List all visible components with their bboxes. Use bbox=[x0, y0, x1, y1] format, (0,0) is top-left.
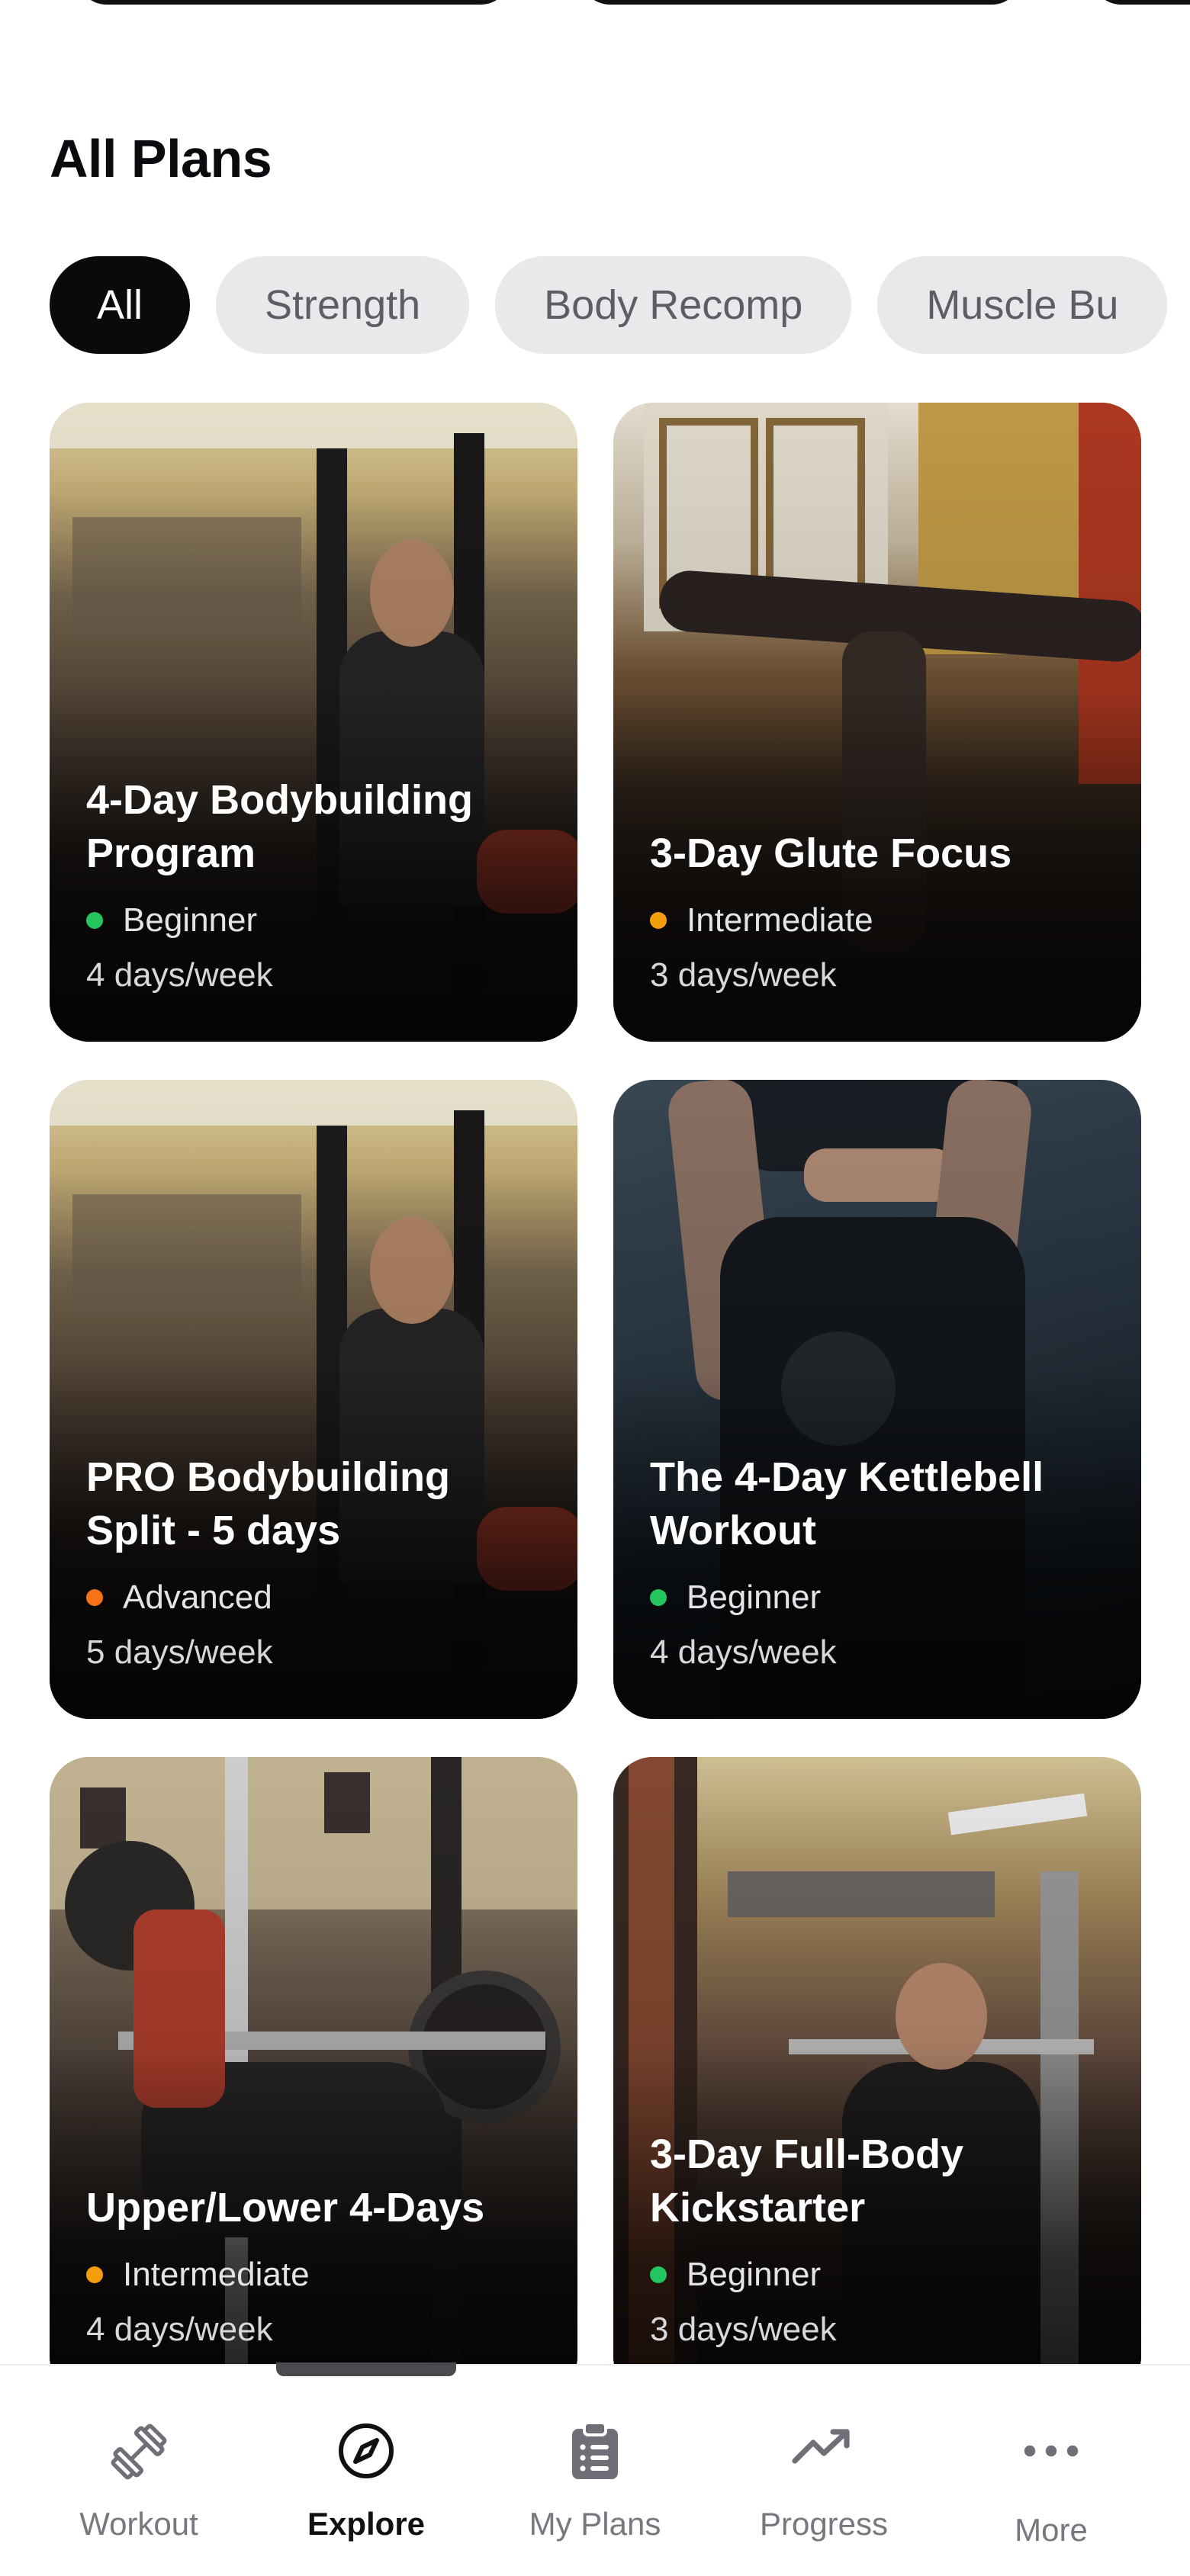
plan-frequency: 3 days/week bbox=[650, 2311, 837, 2348]
tab-more-label: More bbox=[1015, 2512, 1088, 2548]
plan-level: Beginner bbox=[687, 2256, 822, 2293]
tab-progress-label: Progress bbox=[759, 2506, 889, 2542]
section-title: All Plans bbox=[50, 129, 272, 188]
plan-name: 3-Day Glute Focus bbox=[650, 830, 1012, 876]
ellipsis-icon bbox=[1024, 2445, 1079, 2457]
plan-level: Beginner bbox=[123, 901, 258, 939]
tab-workout[interactable]: Workout bbox=[24, 2366, 253, 2576]
previous-section-cards bbox=[0, 0, 1190, 8]
plan-frequency: 5 days/week bbox=[86, 1633, 273, 1671]
plan-name: The 4-Day Kettlebell Workout bbox=[650, 1454, 1044, 1553]
filter-chip-all[interactable]: All bbox=[50, 256, 191, 354]
tab-my-plans-label: My Plans bbox=[529, 2506, 661, 2542]
level-dot bbox=[650, 2266, 667, 2283]
plan-card[interactable]: The 4-Day Kettlebell Workout Beginner 4 … bbox=[613, 1080, 1141, 1719]
plan-name: 4-Day Bodybuilding Program bbox=[86, 777, 474, 876]
plan-card[interactable]: 4-Day Bodybuilding Program Beginner 4 da… bbox=[50, 403, 577, 1042]
plan-level: Intermediate bbox=[687, 901, 873, 939]
tab-explore[interactable]: Explore bbox=[252, 2366, 481, 2576]
plan-card[interactable]: Upper/Lower 4-Days Intermediate 4 days/w… bbox=[50, 1757, 577, 2396]
compass-icon bbox=[339, 2423, 394, 2478]
plan-level: Beginner bbox=[687, 1579, 822, 1616]
tab-more[interactable]: More bbox=[937, 2366, 1166, 2576]
bottom-tab-bar: Workout Explore My Plans Progress More bbox=[0, 2364, 1190, 2576]
plan-frequency: 4 days/week bbox=[86, 2311, 273, 2348]
tab-progress[interactable]: Progress bbox=[709, 2366, 938, 2576]
tab-explore-label: Explore bbox=[307, 2506, 426, 2542]
plan-frequency: 4 days/week bbox=[86, 956, 273, 994]
plan-name: 3-Day Full-Body Kickstarter bbox=[650, 2131, 964, 2231]
level-dot bbox=[86, 912, 103, 929]
filter-chip-body-recomp[interactable]: Body Recomp bbox=[495, 256, 852, 354]
plan-card[interactable]: PRO Bodybuilding Split - 5 days Advanced… bbox=[50, 1080, 577, 1719]
trending-up-icon bbox=[792, 2429, 850, 2464]
plan-frequency: 4 days/week bbox=[650, 1633, 837, 1671]
level-dot bbox=[650, 912, 667, 929]
level-dot bbox=[650, 1589, 667, 1606]
filter-chips: All Strength Body Recomp Muscle Bu bbox=[50, 256, 1190, 354]
plan-name: PRO Bodybuilding Split - 5 days bbox=[86, 1454, 450, 1553]
tab-workout-label: Workout bbox=[79, 2506, 198, 2542]
plan-level: Intermediate bbox=[123, 2256, 310, 2293]
level-dot bbox=[86, 2266, 103, 2283]
plan-card[interactable]: 3-Day Glute Focus Intermediate 3 days/we… bbox=[613, 403, 1141, 1042]
plan-frequency: 3 days/week bbox=[650, 956, 837, 994]
plan-name: Upper/Lower 4-Days bbox=[86, 2185, 485, 2231]
plan-level: Advanced bbox=[123, 1579, 272, 1616]
tab-my-plans[interactable]: My Plans bbox=[481, 2366, 709, 2576]
scroll-indicator bbox=[276, 2362, 456, 2376]
plan-card[interactable]: 3-Day Full-Body Kickstarter Beginner 3 d… bbox=[613, 1757, 1141, 2396]
level-dot bbox=[86, 1589, 103, 1606]
filter-chip-strength[interactable]: Strength bbox=[216, 256, 470, 354]
clipboard-list-icon bbox=[572, 2421, 618, 2479]
dumbbell-icon bbox=[111, 2423, 167, 2480]
filter-chip-muscle-building[interactable]: Muscle Bu bbox=[877, 256, 1168, 354]
